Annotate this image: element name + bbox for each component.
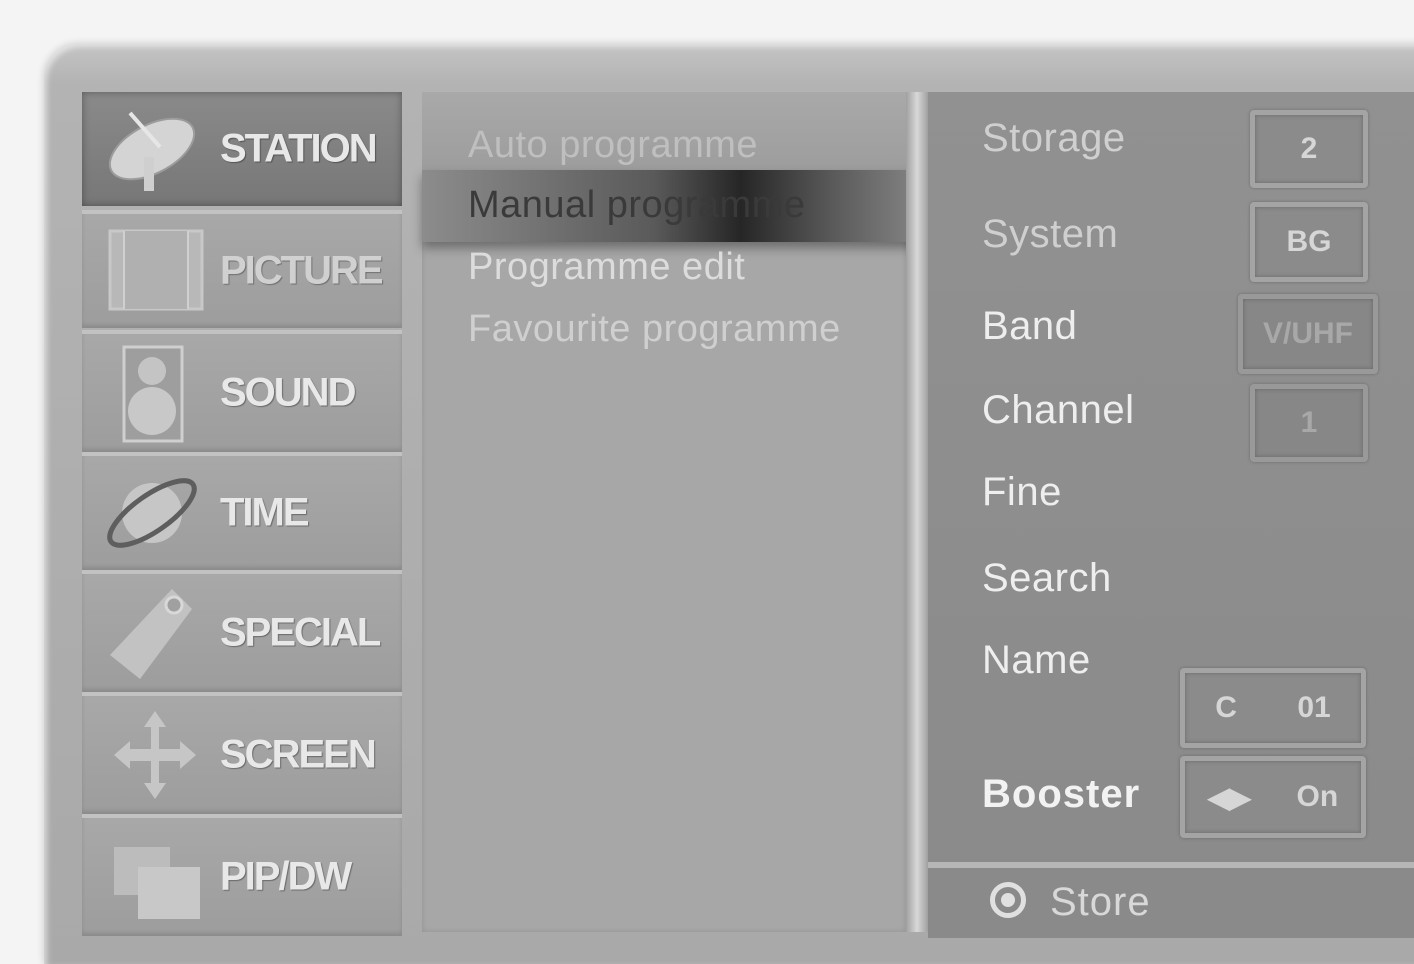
storage-label: Storage [982,116,1126,160]
globe-ring-icon [100,463,210,563]
name-label: Name [982,638,1091,682]
sidebar-item-screen[interactable]: SCREEN [82,692,402,814]
sidebar-item-station[interactable]: STATION [82,92,402,206]
submenu-item-favourite-programme[interactable]: Favourite programme [468,308,841,351]
speaker-icon [100,343,210,443]
film-frame-icon [100,221,210,321]
sidebar-item-label: SCREEN [220,732,377,777]
name-value[interactable]: C 01 [1180,668,1366,748]
sidebar-item-label: PIP/DW [220,854,352,899]
submenu-panel: Auto programme Manual programme Programm… [422,92,936,932]
booster-value[interactable]: ◀▶ On [1180,756,1366,838]
channel-label: Channel [982,388,1135,432]
sidebar-item-label: STATION [220,126,378,171]
system-label: System [982,212,1119,256]
sidebar-item-label: SOUND [220,370,356,415]
submenu-item-auto-programme[interactable]: Auto programme [422,92,906,170]
name-number: 01 [1297,691,1331,724]
submenu-item-label: Manual programme [468,184,806,226]
system-value[interactable]: BG [1250,202,1368,282]
four-arrows-icon [100,705,210,805]
sidebar-item-picture[interactable]: PICTURE [82,210,402,328]
submenu-item-manual-programme[interactable]: Manual programme [422,170,936,242]
manual-programme-settings: Storage 2 System BG Band V/UHF Channel 1… [928,92,1414,938]
sidebar-item-special[interactable]: SPECIAL [82,570,402,692]
booster-label: Booster [982,772,1141,816]
fine-label[interactable]: Fine [982,470,1062,515]
sidebar-item-label: SPECIAL [220,610,381,655]
ok-button-icon [990,882,1026,918]
name-prefix: C [1215,691,1237,724]
sidebar-item-label: PICTURE [220,248,384,293]
booster-value-text: On [1296,780,1339,813]
sidebar-item-pipdw[interactable]: PIP/DW [82,814,402,936]
submenu-item-label: Auto programme [468,124,759,166]
panel-divider [906,92,928,932]
band-label: Band [982,304,1078,348]
satellite-dish-icon [100,99,210,199]
store-label: Store [1050,880,1151,924]
channel-value[interactable]: 1 [1250,384,1368,462]
sidebar-item-time[interactable]: TIME [82,452,402,570]
sidebar-item-sound[interactable]: SOUND [82,330,402,452]
sidebar-item-label: TIME [220,490,310,535]
left-right-arrows-icon: ◀▶ [1207,781,1251,813]
band-value[interactable]: V/UHF [1238,294,1378,374]
storage-value[interactable]: 2 [1250,110,1368,188]
store-bar[interactable]: Store [928,862,1414,938]
submenu-item-programme-edit[interactable]: Programme edit [468,246,745,289]
search-label[interactable]: Search [982,556,1112,601]
tag-icon [100,583,210,683]
overlapping-windows-icon [100,827,210,927]
